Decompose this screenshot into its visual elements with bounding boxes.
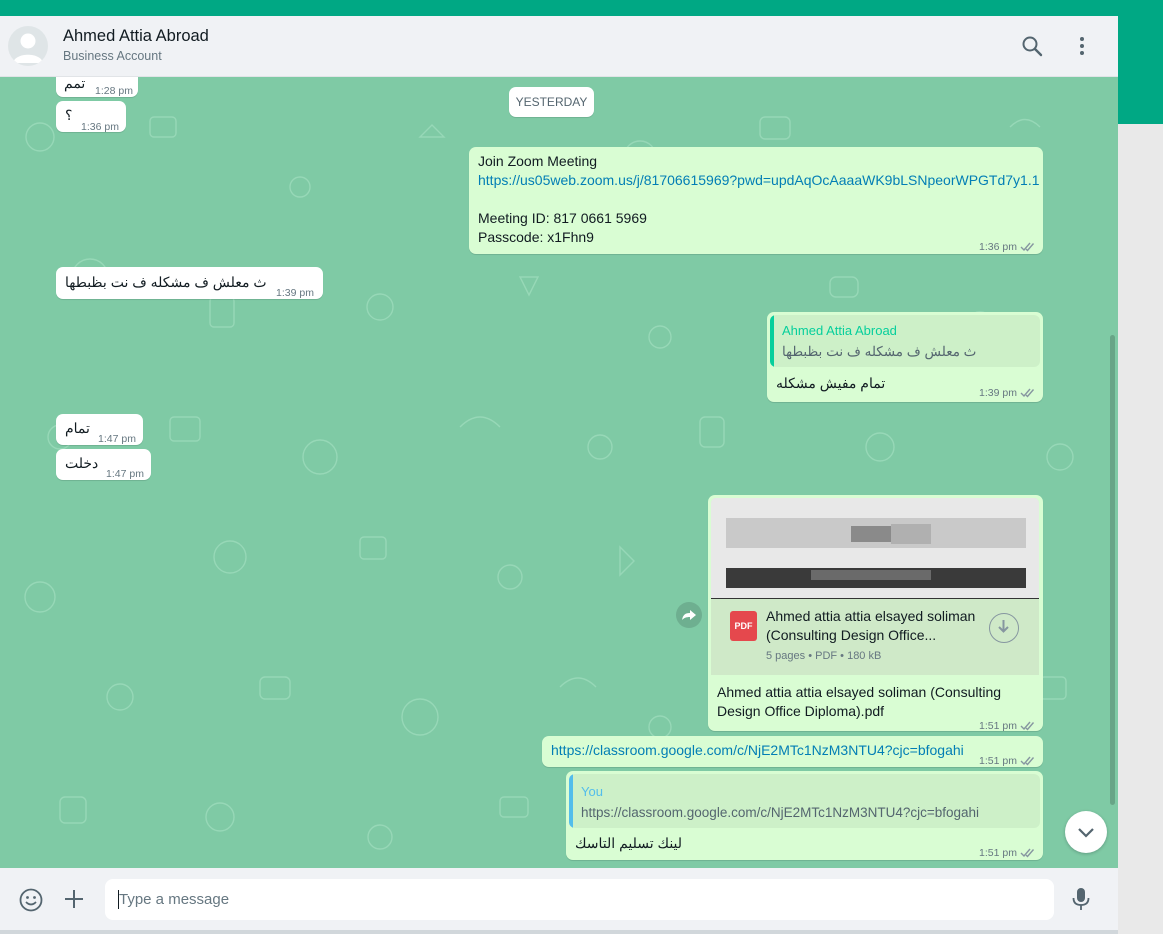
quote-text: ث معلش ف مشكله ف نت بظبطها (782, 344, 977, 359)
quote-bar (569, 774, 573, 828)
document-caption-line: Ahmed attia attia elsayed soliman (Consu… (717, 684, 1002, 700)
message-time: 1:51 pm (979, 752, 1036, 771)
quote-bar (770, 315, 774, 367)
document-info[interactable]: PDF Ahmed attia attia elsayed soliman (C… (711, 599, 1039, 675)
message-list[interactable]: تمم 1:28 pm ؟ 1:36 pm YESTERDAY Join Zoo… (0, 77, 1118, 868)
search-icon[interactable] (1020, 34, 1044, 58)
double-check-icon (1020, 756, 1034, 766)
message-text: تمام (65, 420, 90, 436)
message-input[interactable] (105, 879, 1054, 920)
message-incoming[interactable]: ؟ 1:36 pm (56, 101, 126, 133)
document-title-line: (Consulting Design Office... (766, 627, 937, 643)
message-text: دخلت (65, 455, 99, 471)
message-composer (0, 868, 1118, 930)
message-time: 1:39 pm (276, 287, 314, 299)
emoji-icon[interactable] (18, 887, 44, 918)
date-divider: YESTERDAY (509, 87, 594, 117)
message-incoming[interactable]: تمم 1:28 pm (56, 77, 138, 97)
side-accent-band (1118, 16, 1163, 124)
message-text: ث معلش ف مشكله ف نت بظبطها (65, 274, 267, 290)
plus-icon[interactable] (62, 887, 86, 916)
message-outgoing-reply[interactable]: You https://classroom.google.com/c/NjE2M… (566, 771, 1043, 860)
message-text: تمم (64, 77, 86, 91)
quote-text: https://classroom.google.com/c/NjE2MTc1N… (581, 805, 980, 820)
message-text: لينك تسليم التاسك (575, 835, 683, 851)
message-outgoing-reply[interactable]: Ahmed Attia Abroad ث معلش ف مشكله ف نت ب… (767, 312, 1043, 402)
message-outgoing[interactable]: Join Zoom Meeting https://us05web.zoom.u… (469, 147, 1043, 254)
message-line: Passcode: x1Fhn9 (478, 229, 594, 245)
double-check-icon (1020, 388, 1034, 398)
blurred-preview-image (711, 498, 1039, 598)
top-accent-band (0, 0, 1163, 16)
microphone-icon[interactable] (1069, 886, 1093, 917)
forward-icon[interactable] (676, 602, 702, 628)
message-time: 1:47 pm (106, 468, 144, 480)
message-line: Join Zoom Meeting (478, 153, 598, 169)
document-meta: 5 pages • PDF • 180 kB (766, 650, 882, 662)
text-caret (118, 890, 119, 909)
message-text: تمام مفيش مشكله (776, 375, 886, 391)
message-incoming[interactable]: تمام 1:47 pm (56, 414, 143, 445)
message-time: 1:28 pm (95, 85, 133, 97)
quoted-message[interactable]: Ahmed Attia Abroad ث معلش ف مشكله ف نت ب… (770, 315, 1040, 367)
message-incoming[interactable]: دخلت 1:47 pm (56, 449, 151, 480)
time-text: 1:39 pm (979, 387, 1017, 399)
message-time: 1:51 pm (979, 717, 1036, 736)
double-check-icon (1020, 242, 1034, 252)
message-link[interactable]: https://us05web.zoom.us/j/81706615969?pw… (478, 171, 1040, 190)
default-avatar-icon (13, 33, 43, 63)
message-time: 1:39 pm (979, 384, 1036, 403)
message-outgoing[interactable]: https://classroom.google.com/c/NjE2MTc1N… (542, 736, 1043, 767)
message-link[interactable]: https://classroom.google.com/c/NjE2MTc1N… (551, 741, 964, 760)
time-text: 1:36 pm (979, 241, 1017, 253)
quoted-message[interactable]: You https://classroom.google.com/c/NjE2M… (569, 774, 1040, 828)
time-text: 1:51 pm (979, 847, 1017, 859)
time-text: 1:51 pm (979, 755, 1017, 767)
bottom-border (0, 930, 1118, 934)
chat-window: Ahmed Attia Abroad Business Account تمم … (0, 16, 1118, 934)
contact-subtitle: Business Account (63, 49, 162, 63)
chevron-down-icon (1078, 828, 1094, 838)
double-check-icon (1020, 721, 1034, 731)
message-time: 1:36 pm (81, 121, 119, 133)
document-caption-line: Design Office Diploma).pdf (717, 703, 885, 719)
contact-avatar[interactable] (8, 26, 48, 66)
document-preview-thumbnail[interactable] (711, 498, 1039, 599)
download-icon[interactable] (989, 613, 1019, 643)
message-incoming[interactable]: ث معلش ف مشكله ف نت بظبطها 1:39 pm (56, 267, 323, 299)
time-text: 1:51 pm (979, 720, 1017, 732)
message-outgoing-document[interactable]: PDF Ahmed attia attia elsayed soliman (C… (708, 495, 1043, 732)
quote-author: You (581, 784, 603, 799)
chat-header[interactable]: Ahmed Attia Abroad Business Account (0, 16, 1118, 77)
side-background (1118, 124, 1163, 934)
message-time: 1:51 pm (979, 844, 1036, 863)
scroll-to-bottom-button[interactable] (1065, 811, 1107, 853)
message-text: ؟ (65, 107, 73, 123)
message-line: Meeting ID: 817 0661 5969 (478, 210, 647, 226)
message-time: 1:47 pm (98, 433, 136, 445)
document-title-line: Ahmed attia attia elsayed soliman (766, 608, 976, 624)
scrollbar[interactable] (1110, 335, 1115, 805)
contact-name[interactable]: Ahmed Attia Abroad (63, 27, 209, 46)
message-time: 1:36 pm (979, 238, 1036, 257)
pdf-file-icon: PDF (730, 611, 757, 641)
quote-author: Ahmed Attia Abroad (782, 323, 897, 338)
double-check-icon (1020, 848, 1034, 858)
more-vertical-icon[interactable] (1070, 34, 1094, 58)
